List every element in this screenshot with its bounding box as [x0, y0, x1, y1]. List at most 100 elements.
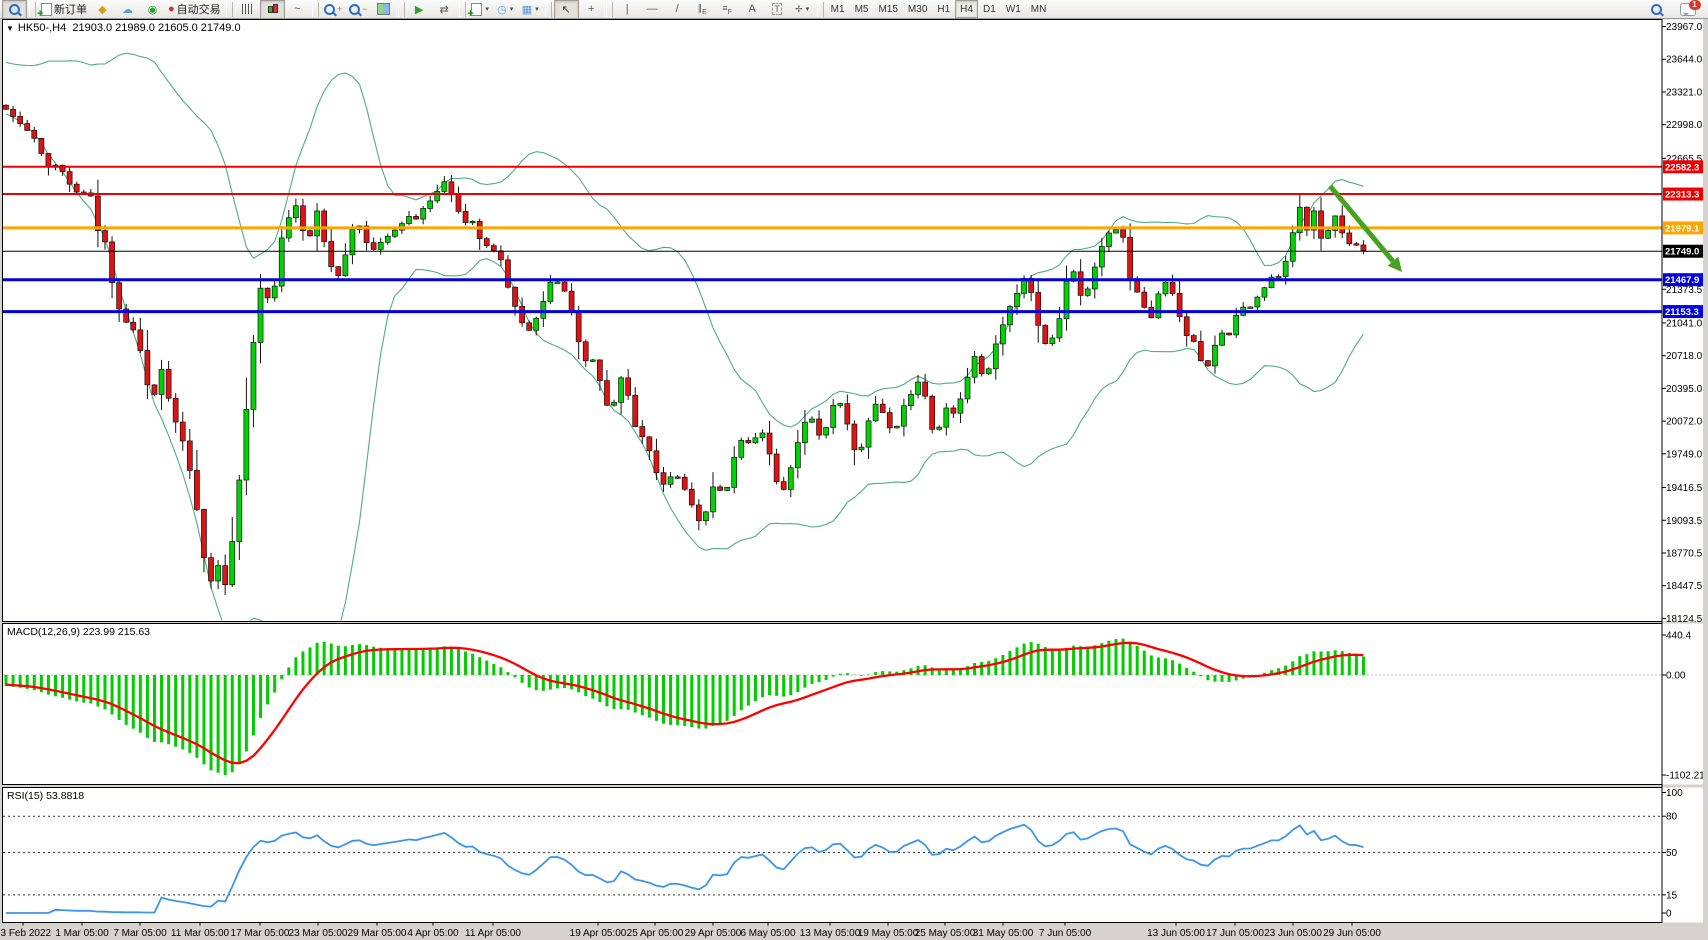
vertical-line-tool[interactable]: | [615, 0, 640, 19]
periods-button[interactable]: ◷▾ [493, 0, 518, 19]
svg-text:7 Mar 05:00: 7 Mar 05:00 [113, 928, 167, 939]
metaeditor-button[interactable]: ◆ [90, 0, 115, 19]
notifications-button[interactable]: 1 [1675, 0, 1700, 19]
time-axis[interactable]: 23 Feb 20221 Mar 05:00 7 Mar 05:00 11 Mar … [0, 923, 1381, 940]
new-order-button[interactable]: 新订单 [38, 0, 90, 19]
shapes-tool[interactable]: ✢▾ [790, 0, 815, 19]
toolbar-separator [606, 2, 613, 17]
one-click-trading-toggle-icon[interactable]: ▼ [6, 24, 14, 33]
svg-text:22582.3: 22582.3 [1665, 162, 1699, 173]
notification-badge: 1 [1689, 0, 1701, 10]
fibonacci-tool[interactable]: ≡F [715, 0, 740, 19]
svg-text:29 Mar 05:00: 29 Mar 05:00 [348, 928, 407, 939]
svg-text:21749.0: 21749.0 [1665, 247, 1699, 258]
chart-shift-button[interactable]: ⇄ [432, 0, 457, 19]
text-label-icon: T [772, 3, 782, 15]
svg-text:11 Mar 05:00: 11 Mar 05:00 [171, 928, 230, 939]
svg-text:13 May 05:00: 13 May 05:00 [800, 928, 861, 939]
toolbar-separator [545, 2, 552, 17]
add-indicator-icon [471, 3, 482, 16]
line-chart-button[interactable]: ~ [285, 0, 310, 19]
svg-text:1 Mar 05:00: 1 Mar 05:00 [55, 928, 109, 939]
svg-text:7 Jun 05:00: 7 Jun 05:00 [1039, 928, 1092, 939]
svg-text:18770.5: 18770.5 [1666, 548, 1703, 559]
toolbar-separator [817, 2, 824, 17]
zoom-in-button[interactable]: + [321, 0, 346, 19]
horizontal-line-icon: — [647, 3, 658, 15]
crosshair-tool-button[interactable]: + [579, 0, 604, 19]
toolbar-separator [459, 2, 466, 17]
templates-button[interactable]: ▦▾ [518, 0, 543, 19]
autotrading-button[interactable]: ● 自动交易 [165, 0, 224, 19]
svg-text:25 Apr 05:00: 25 Apr 05:00 [627, 928, 684, 939]
timeframe-button-h1[interactable]: H1 [932, 0, 955, 18]
bar-chart-button[interactable] [235, 0, 260, 19]
svg-text:21979.1: 21979.1 [1665, 223, 1700, 234]
trading-terminal-window: 新订单 ◆ ☁ ◉ ● 自动交易 ~ + − ▶ ⇄ ▾ ◷▾ ▦▾ ↖ + |… [0, 0, 1708, 940]
tile-windows-icon [377, 3, 390, 15]
svg-text:23 Feb 2022: 23 Feb 2022 [0, 928, 52, 939]
indicators-button[interactable]: ▾ [468, 0, 493, 19]
svg-text:440.4: 440.4 [1666, 631, 1691, 642]
timeframe-button-m1[interactable]: M1 [826, 0, 850, 18]
global-search-button[interactable] [1644, 0, 1669, 19]
main-pane [3, 20, 1663, 622]
trendline-tool[interactable]: / [665, 0, 690, 19]
tile-windows-button[interactable] [371, 0, 396, 19]
chevron-down-icon: ▾ [806, 5, 810, 13]
svg-text:22998.0: 22998.0 [1666, 120, 1703, 131]
market-button[interactable]: ☁ [115, 0, 140, 19]
search-toggle-button[interactable] [2, 0, 27, 19]
svg-text:20072.0: 20072.0 [1666, 417, 1703, 428]
text-label-tool[interactable]: T [765, 0, 790, 19]
horizontal-line-tool[interactable]: — [640, 0, 665, 19]
clock-icon: ◷ [497, 3, 507, 16]
cursor-icon: ↖ [562, 3, 571, 16]
svg-text:25 May 05:00: 25 May 05:00 [915, 928, 976, 939]
channel-tool[interactable]: ∥E [690, 0, 715, 19]
svg-text:23644.0: 23644.0 [1666, 55, 1703, 66]
svg-text:0.00: 0.00 [1666, 671, 1686, 682]
macd-pane [3, 624, 1663, 785]
zoom-out-button[interactable]: − [346, 0, 371, 19]
svg-text:23321.0: 23321.0 [1666, 87, 1703, 98]
svg-text:17 Mar 05:00: 17 Mar 05:00 [231, 928, 290, 939]
chevron-down-icon: ▾ [485, 5, 489, 13]
timeframe-button-d1[interactable]: D1 [978, 0, 1001, 18]
text-tool[interactable]: A [740, 0, 765, 19]
toolbar-right-group: 1 [1644, 0, 1706, 19]
autotrading-label: 自动交易 [177, 1, 221, 17]
signals-button[interactable]: ◉ [140, 0, 165, 19]
svg-text:18124.5: 18124.5 [1666, 614, 1703, 625]
editor-icon: ◆ [98, 3, 106, 16]
cursor-tool-button[interactable]: ↖ [554, 0, 579, 19]
svg-text:31 May 05:00: 31 May 05:00 [973, 928, 1034, 939]
new-order-label: 新订单 [54, 1, 87, 17]
auto-scroll-icon: ▶ [415, 3, 423, 16]
svg-text:21467.9: 21467.9 [1665, 275, 1699, 286]
template-icon: ▦ [522, 3, 532, 16]
timeframe-button-m30[interactable]: M30 [903, 0, 932, 18]
toolbar-separator [226, 2, 233, 17]
chevron-down-icon: ▾ [510, 5, 514, 13]
trendline-icon: / [676, 3, 679, 15]
svg-text:50: 50 [1666, 848, 1678, 859]
timeframe-button-m5[interactable]: M5 [850, 0, 874, 18]
timeframe-button-w1[interactable]: W1 [1001, 0, 1026, 18]
search-icon [1651, 4, 1662, 15]
timeframe-button-m15[interactable]: M15 [873, 0, 902, 18]
svg-text:21373.5: 21373.5 [1666, 285, 1703, 296]
fibonacci-icon: ≡F [722, 3, 732, 16]
candle-chart-icon [267, 4, 277, 15]
search-icon [9, 4, 20, 15]
svg-text:19749.0: 19749.0 [1666, 449, 1703, 460]
chart-canvas[interactable]: 23967.023644.023321.022998.022665.521373… [0, 0, 1708, 940]
text-icon: A [748, 3, 755, 15]
svg-text:100: 100 [1666, 788, 1683, 799]
auto-scroll-button[interactable]: ▶ [407, 0, 432, 19]
timeframe-button-h4[interactable]: H4 [955, 0, 978, 18]
candle-chart-button[interactable] [260, 0, 285, 19]
ohlc-readout: 21903.0 21989.0 21605.0 21749.0 [72, 22, 240, 34]
toolbar-separator [29, 2, 36, 17]
timeframe-button-mn[interactable]: MN [1026, 0, 1052, 18]
